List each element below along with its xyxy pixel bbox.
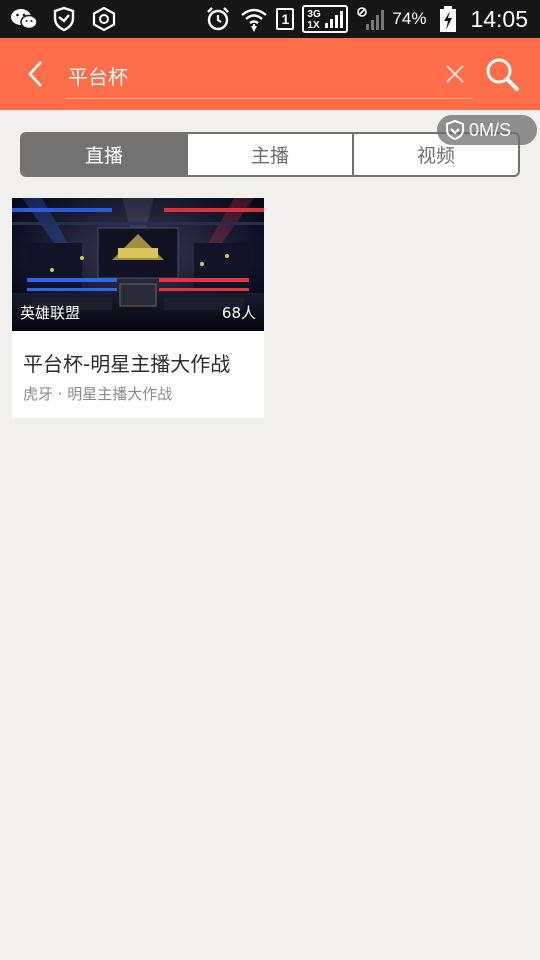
live-result-card[interactable]: 英雄联盟 68人 平台杯-明星主播大作战 虎牙 · 明星主播大作战 [12, 198, 264, 418]
back-button[interactable] [18, 56, 54, 92]
search-header: 平台杯 [0, 38, 540, 110]
stream-subtitle: 虎牙 · 明星主播大作战 [23, 385, 173, 403]
hexagon-app-icon [90, 6, 118, 32]
network-speed-indicator[interactable]: 0M/S [437, 115, 537, 145]
tab-live[interactable]: 直播 [22, 134, 188, 175]
search-icon [486, 58, 519, 91]
network-type-icon: 3G 1X [302, 5, 349, 33]
stream-title: 平台杯-明星主播大作战 [23, 352, 231, 376]
search-underline [66, 98, 474, 99]
battery-percent: 74% [392, 9, 427, 28]
shield-app-icon [50, 6, 78, 32]
stream-thumbnail[interactable]: 英雄联盟 68人 [12, 198, 264, 331]
alarm-icon [204, 6, 232, 32]
clock: 14:05 [470, 5, 528, 32]
wechat-icon [10, 6, 38, 32]
battery-icon [434, 6, 462, 32]
close-icon [446, 65, 464, 83]
viewer-count: 68人 [221, 304, 256, 322]
no-sim-signal-icon [356, 6, 385, 32]
clear-button[interactable] [440, 59, 470, 89]
search-input[interactable]: 平台杯 [68, 61, 128, 90]
category-label: 英雄联盟 [20, 304, 81, 322]
chevron-left-icon [28, 61, 42, 87]
wifi-icon [240, 6, 268, 32]
speed-label: 0M/S [469, 119, 512, 140]
tab-streamers[interactable]: 主播 [188, 134, 354, 175]
status-bar: 1 3G 1X 74% 14:05 [0, 0, 540, 38]
sim-icon: 1 [276, 8, 295, 30]
search-button[interactable] [482, 54, 522, 94]
shield-heart-icon [446, 119, 464, 141]
